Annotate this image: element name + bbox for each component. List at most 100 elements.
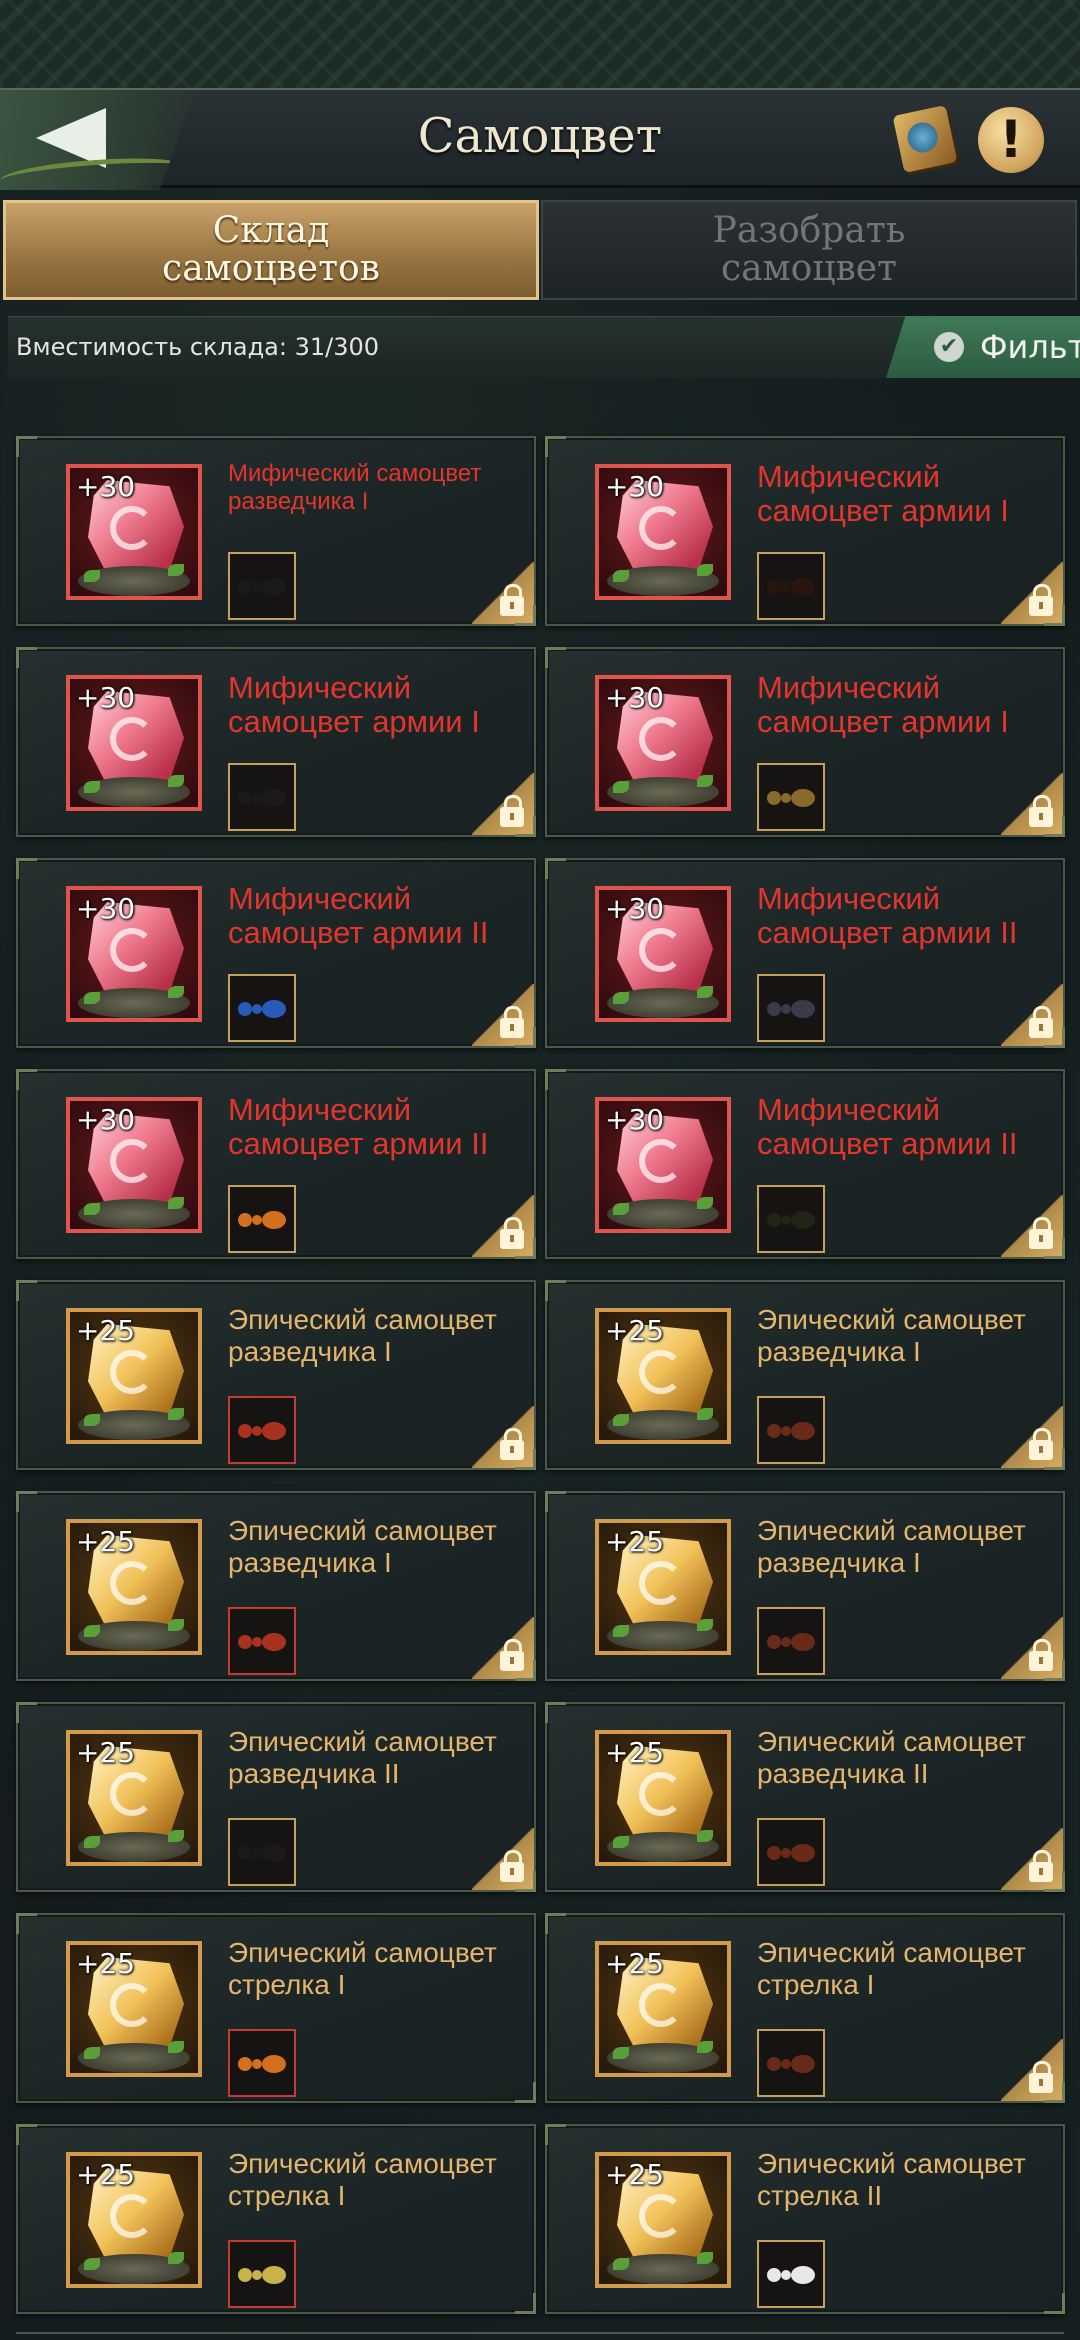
- gem-card[interactable]: +25 Эпический самоцвет стрелка I: [16, 2124, 536, 2314]
- gem-card[interactable]: +30 Мифический самоцвет армии II: [545, 1069, 1065, 1259]
- leaf-icon: [168, 1408, 184, 1420]
- gem-card[interactable]: +30 Мифический самоцвет разведчика I: [16, 436, 536, 626]
- gem-emblem-icon: [639, 928, 683, 972]
- gem-bonus-label: +30: [76, 1103, 136, 1136]
- gem-card[interactable]: +25 Эпический самоцвет стрелка I: [545, 1913, 1065, 2103]
- leaf-icon: [697, 986, 713, 998]
- gem-card[interactable]: +25 Эпический самоцвет разведчика I: [545, 1491, 1065, 1681]
- mantis-unit-icon: [757, 974, 825, 1042]
- leaf-icon: [168, 2041, 184, 2053]
- leaf-icon: [613, 2258, 629, 2270]
- leaf-icon: [168, 1619, 184, 1631]
- gem-card[interactable]: +25 Эпический самоцвет разведчика II: [16, 1702, 536, 1892]
- golden-spider-unit-icon: [757, 763, 825, 831]
- lock-toggle[interactable]: [1001, 1406, 1063, 1468]
- gem-name: Эпический самоцвет стрелка I: [228, 1937, 497, 2000]
- gem-guide-book-icon[interactable]: [892, 105, 958, 173]
- lock-toggle[interactable]: [472, 984, 534, 1046]
- gem-emblem-icon: [639, 1350, 683, 1394]
- lock-toggle[interactable]: [1001, 562, 1063, 624]
- leaf-icon: [613, 1414, 629, 1426]
- gem-name: Мифический самоцвет разведчика I: [228, 460, 482, 515]
- gem-name: Эпический самоцвет стрелка II: [757, 2148, 1026, 2211]
- gem-bonus-label: +25: [76, 1947, 136, 1980]
- gem-card[interactable]: +30 Мифический самоцвет армии II: [545, 858, 1065, 1048]
- leaf-icon: [168, 2252, 184, 2264]
- leaf-icon: [84, 1203, 100, 1215]
- epic-gem-icon: +25: [66, 1519, 202, 1655]
- gem-emblem-icon: [110, 2194, 154, 2238]
- dark-beetle-unit-icon: [757, 552, 825, 620]
- gem-card[interactable]: +30 Мифический самоцвет армии I: [16, 647, 536, 837]
- gem-emblem-icon: [110, 928, 154, 972]
- gem-bonus-label: +30: [605, 681, 665, 714]
- header-bar: Самоцвет !: [0, 88, 1080, 190]
- gem-card[interactable]: +25 Эпический самоцвет разведчика I: [16, 1491, 536, 1681]
- insect-icon: [767, 994, 817, 1024]
- orange-ant-unit-icon: [228, 2029, 296, 2097]
- gem-emblem-icon: [110, 506, 154, 550]
- lock-toggle[interactable]: [472, 1828, 534, 1890]
- lock-icon: [1029, 1217, 1053, 1249]
- lock-toggle[interactable]: [472, 1195, 534, 1257]
- filter-button[interactable]: ✔ Фильтр: [886, 316, 1080, 378]
- gem-card[interactable]: +25 Эпический самоцвет стрелка I: [16, 1913, 536, 2103]
- lock-icon: [1029, 1850, 1053, 1882]
- gem-card[interactable]: +25 Эпический самоцвет разведчика II: [545, 1702, 1065, 1892]
- leaf-icon: [84, 1836, 100, 1848]
- lock-toggle[interactable]: [1001, 773, 1063, 835]
- black-ant-unit-icon: [228, 763, 296, 831]
- insect-icon: [767, 2260, 817, 2290]
- lock-toggle[interactable]: [1001, 1195, 1063, 1257]
- mythic-gem-icon: +30: [66, 886, 202, 1022]
- gem-card[interactable]: +30 Мифический самоцвет армии II: [16, 1069, 536, 1259]
- gem-card[interactable]: +30 Мифический самоцвет армии I: [545, 647, 1065, 837]
- tab-disassemble-gem[interactable]: Разобрать самоцвет: [541, 200, 1077, 300]
- lock-toggle[interactable]: [472, 773, 534, 835]
- lock-toggle[interactable]: [1001, 2039, 1063, 2101]
- insect-icon: [767, 1205, 817, 1235]
- lock-icon: [1029, 1006, 1053, 1038]
- insect-icon: [238, 1416, 288, 1446]
- mythic-gem-icon: +30: [595, 886, 731, 1022]
- insect-icon: [767, 2049, 817, 2079]
- gem-bonus-label: +25: [605, 1736, 665, 1769]
- lock-toggle[interactable]: [1001, 1828, 1063, 1890]
- gem-bonus-label: +25: [76, 1314, 136, 1347]
- info-icon[interactable]: !: [978, 107, 1044, 173]
- lock-toggle[interactable]: [472, 1406, 534, 1468]
- gem-name: Мифический самоцвет армии II: [757, 1092, 1018, 1161]
- gem-card[interactable]: +25 Эпический самоцвет разведчика I: [545, 1280, 1065, 1470]
- lock-icon: [500, 1428, 524, 1460]
- gem-card[interactable]: +25 Эпический самоцвет стрелка II: [545, 2124, 1065, 2314]
- filter-label: Фильтр: [980, 328, 1080, 366]
- orange-ant-unit-icon: [228, 1185, 296, 1253]
- leaf-icon: [84, 1625, 100, 1637]
- gem-emblem-icon: [639, 1772, 683, 1816]
- black-beetle-unit-icon: [757, 1185, 825, 1253]
- gem-name: Эпический самоцвет стрелка I: [228, 2148, 497, 2211]
- gem-card[interactable]: +30 Мифический самоцвет армии II: [16, 858, 536, 1048]
- gem-emblem-icon: [110, 1561, 154, 1605]
- gem-bonus-label: +30: [605, 892, 665, 925]
- lock-icon: [1029, 1639, 1053, 1671]
- next-row-edge: [16, 2332, 1064, 2340]
- gem-card[interactable]: +25 Эпический самоцвет разведчика I: [16, 1280, 536, 1470]
- gem-bonus-label: +25: [605, 1314, 665, 1347]
- insect-icon: [238, 2049, 288, 2079]
- lock-toggle[interactable]: [1001, 1617, 1063, 1679]
- lock-icon: [1029, 1428, 1053, 1460]
- insect-icon: [767, 783, 817, 813]
- gem-bonus-label: +30: [76, 681, 136, 714]
- insect-icon: [238, 2260, 288, 2290]
- lock-toggle[interactable]: [1001, 984, 1063, 1046]
- leaf-icon: [697, 1197, 713, 1209]
- yellow-ant-unit-icon: [228, 2240, 296, 2308]
- gem-emblem-icon: [110, 1139, 154, 1183]
- tab-gem-storage[interactable]: Склад самоцветов: [3, 200, 539, 300]
- blue-ant-unit-icon: [228, 974, 296, 1042]
- lock-toggle[interactable]: [472, 562, 534, 624]
- lock-toggle[interactable]: [472, 1617, 534, 1679]
- gem-name: Мифический самоцвет армии II: [757, 881, 1018, 950]
- gem-card[interactable]: +30 Мифический самоцвет армии I: [545, 436, 1065, 626]
